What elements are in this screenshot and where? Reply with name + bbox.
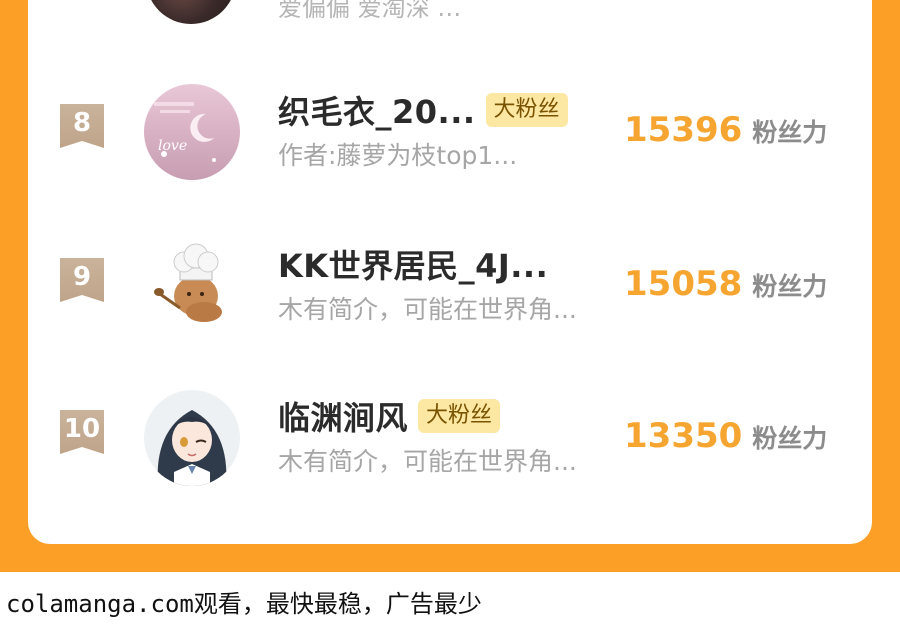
svg-text:love: love bbox=[158, 138, 187, 154]
fan-ranking-card: 爱偏偏 爱淘深 … 8 love 织毛衣_20... 大粉丝 作者:藤萝为枝to… bbox=[28, 0, 872, 544]
user-description: 木有简介，可能在世界角... bbox=[278, 295, 577, 324]
orange-frame: 爱偏偏 爱淘深 … 8 love 织毛衣_20... 大粉丝 作者:藤萝为枝to… bbox=[0, 0, 900, 572]
rank-badge: 10 bbox=[60, 410, 104, 454]
user-avatar[interactable] bbox=[144, 390, 240, 486]
ranking-row-10[interactable]: 10 临渊涧风 大粉丝 木有简介，可能在世界角... 13350 粉丝力 bbox=[28, 390, 872, 510]
user-description: 作者:藤萝为枝top1... bbox=[278, 141, 518, 170]
fan-power-unit: 粉丝力 bbox=[752, 272, 828, 301]
name-line: 织毛衣_20... 大粉丝 bbox=[278, 87, 568, 133]
fan-power-value: 15058 bbox=[624, 264, 743, 304]
user-name[interactable]: 临渊涧风 bbox=[278, 393, 408, 439]
user-avatar[interactable] bbox=[144, 238, 240, 334]
big-fan-tag: 大粉丝 bbox=[418, 399, 501, 433]
big-fan-tag: 大粉丝 bbox=[485, 93, 568, 127]
user-avatar[interactable]: love bbox=[144, 84, 240, 180]
chef-cat-avatar-image bbox=[144, 238, 240, 334]
name-line: 临渊涧风 大粉丝 bbox=[278, 393, 501, 439]
previous-user-desc: 爱偏偏 爱淘深 … bbox=[278, 0, 462, 22]
previous-user-avatar[interactable] bbox=[146, 0, 236, 24]
ranking-row-8[interactable]: 8 love 织毛衣_20... 大粉丝 作者:藤萝为枝top1... 1539… bbox=[28, 84, 872, 204]
user-description: 木有简介，可能在世界角... bbox=[278, 447, 577, 476]
fan-power-score: 13350 粉丝力 bbox=[624, 416, 827, 456]
name-line: KK世界居民_4J... bbox=[278, 241, 548, 287]
fan-power-value: 15396 bbox=[624, 110, 743, 150]
ranking-row-9[interactable]: 9 KK世界居民_4J... 木有简介，可能在世界角... 15058 粉丝力 bbox=[28, 238, 872, 358]
fan-power-score: 15396 粉丝力 bbox=[624, 110, 827, 150]
fan-power-value: 13350 bbox=[624, 416, 743, 456]
anime-girl-avatar-image bbox=[144, 390, 240, 486]
user-name[interactable]: KK世界居民_4J... bbox=[278, 241, 548, 287]
site-watermark-text: colamanga.com观看，最快最稳，广告最少 bbox=[6, 590, 482, 618]
fan-power-unit: 粉丝力 bbox=[752, 424, 828, 453]
fan-power-score: 15058 粉丝力 bbox=[624, 264, 827, 304]
rank-badge: 9 bbox=[60, 258, 104, 302]
pink-love-avatar-image: love bbox=[144, 84, 240, 180]
rank-badge: 8 bbox=[60, 104, 104, 148]
user-name[interactable]: 织毛衣_20... bbox=[278, 87, 476, 133]
fan-power-unit: 粉丝力 bbox=[752, 118, 828, 147]
